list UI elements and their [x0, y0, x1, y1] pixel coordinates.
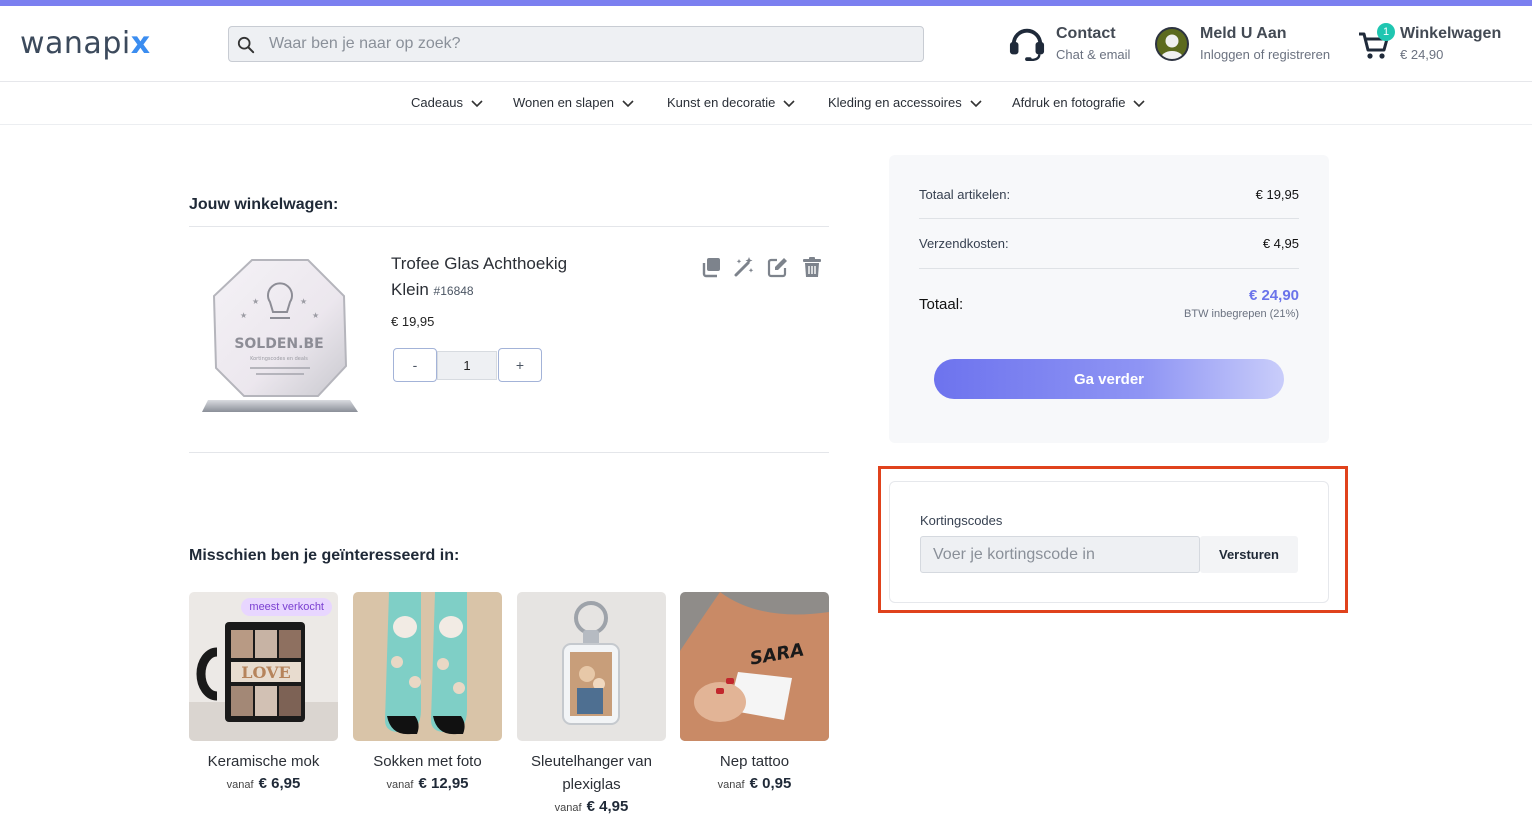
quantity-decrease-button[interactable]: -	[393, 348, 437, 382]
product-image-socks	[353, 592, 502, 741]
summary-divider	[919, 218, 1299, 219]
price-prefix: vanaf	[554, 802, 582, 814]
price-prefix: vanaf	[386, 779, 414, 791]
price-value: € 4,95	[586, 798, 629, 815]
product-sku: #16848	[433, 284, 474, 298]
summary-total-label: Totaal:	[919, 296, 964, 313]
summary-shipping-value: € 4,95	[1262, 236, 1299, 251]
nav-item-afdruk-en-fotografie[interactable]: Afdruk en fotografie	[1012, 95, 1146, 110]
account-title: Meld U Aan	[1200, 25, 1287, 42]
product-price: € 19,95	[391, 314, 435, 329]
summary-items-row: Totaal artikelen: € 19,95	[919, 187, 1299, 202]
continue-button[interactable]: Ga verder	[934, 359, 1284, 399]
recommendation-name: Sleutelhanger van plexiglas	[531, 753, 652, 793]
quantity-value[interactable]: 1	[437, 351, 497, 380]
recommendation-card-socks[interactable]: Sokken met foto vanaf € 12,95	[353, 592, 502, 792]
summary-shipping-label: Verzendkosten:	[919, 236, 1009, 251]
svg-text:★: ★	[240, 311, 247, 320]
cart-title: Winkelwagen	[1400, 25, 1502, 42]
nav-item-kunst-en-decoratie[interactable]: Kunst en decoratie	[667, 95, 795, 110]
summary-shipping-row: Verzendkosten: € 4,95	[919, 236, 1299, 251]
contact-title: Contact	[1056, 25, 1116, 42]
avatar-icon	[1155, 27, 1189, 61]
svg-text:★: ★	[252, 297, 259, 306]
duplicate-icon[interactable]	[700, 256, 722, 278]
nav-label: Cadeaus	[411, 95, 464, 110]
summary-vat-note: BTW inbegrepen (21%)	[1184, 308, 1299, 320]
price-value: € 12,95	[418, 775, 469, 792]
bestseller-badge: meest verkocht	[241, 598, 332, 616]
product-image-tattoo: SARA	[680, 592, 829, 741]
trophy-engraving: SOLDEN.BE	[234, 336, 323, 352]
logo-x: x	[130, 26, 151, 61]
nav-label: Afdruk en fotografie	[1012, 95, 1126, 110]
nav-item-kleding-en-accessoires[interactable]: Kleding en accessoires	[828, 95, 982, 110]
chevron-down-icon	[471, 99, 483, 107]
recommendation-card-tattoo[interactable]: SARA Nep tattoo vanaf € 0,95	[680, 592, 829, 792]
order-summary: Totaal artikelen: € 19,95 Verzendkosten:…	[889, 155, 1329, 443]
nav-item-cadeaus[interactable]: Cadeaus	[411, 95, 483, 110]
product-name-line2: Klein	[391, 280, 429, 299]
cart-amount: € 24,90	[1400, 47, 1444, 62]
search-input[interactable]	[269, 27, 909, 61]
search-bar	[228, 26, 924, 62]
recommendation-card-keychain[interactable]: Sleutelhanger van plexiglas vanaf € 4,95	[517, 592, 666, 815]
account-subtitle: Inloggen of registreren	[1200, 47, 1331, 62]
product-image-trophy[interactable]: SOLDEN.BE Kortingscodes en deals ★ ★ ★ ★	[200, 248, 360, 428]
svg-text:★: ★	[312, 311, 319, 320]
product-image-mug: LOVE meest verkocht	[189, 592, 338, 741]
site-header: wanapix Contact Chat & email	[0, 6, 1532, 82]
summary-items-label: Totaal artikelen:	[919, 187, 1011, 202]
magic-wand-icon[interactable]	[733, 256, 755, 278]
nav-label: Kleding en accessoires	[828, 95, 962, 110]
trophy-engraving-sub: Kortingscodes en deals	[250, 356, 308, 362]
product-image-keychain	[517, 592, 666, 741]
search-icon[interactable]	[237, 36, 255, 54]
svg-text:★: ★	[300, 297, 307, 306]
cart-divider-bottom	[189, 452, 829, 453]
logo[interactable]: wanapix	[20, 26, 151, 61]
price-prefix: vanaf	[717, 779, 745, 791]
headset-icon	[1009, 28, 1045, 61]
product-name[interactable]: Trofee Glas Achthoekig Klein #16848	[391, 251, 567, 304]
chevron-down-icon	[783, 99, 795, 107]
cart-count-badge: 1	[1377, 23, 1395, 41]
recommendation-name: Nep tattoo	[719, 753, 790, 770]
cart-title-heading: Jouw winkelwagen:	[189, 196, 339, 213]
recommendations-heading: Misschien ben je geïnteresseerd in:	[189, 547, 460, 564]
product-name-line1: Trofee Glas Achthoekig	[391, 254, 568, 273]
cart-divider-top	[189, 226, 829, 227]
chevron-down-icon	[970, 99, 982, 107]
chevron-down-icon	[1133, 99, 1146, 107]
nav-item-wonen-en-slapen[interactable]: Wonen en slapen	[513, 95, 634, 110]
summary-total-value: € 24,90	[1248, 287, 1299, 304]
trash-icon[interactable]	[801, 256, 823, 278]
recommendation-name: Keramische mok	[207, 753, 320, 770]
recommendation-name: Sokken met foto	[373, 753, 482, 770]
mug-print-text: LOVE	[241, 663, 291, 682]
price-value: € 0,95	[749, 775, 792, 792]
edit-icon[interactable]	[767, 256, 789, 278]
recommendation-price: vanaf € 0,95	[680, 775, 829, 792]
nav-label: Kunst en decoratie	[667, 95, 776, 110]
nav-label: Wonen en slapen	[513, 95, 614, 110]
quantity-increase-button[interactable]: +	[498, 348, 542, 382]
main-nav: Cadeaus Wonen en slapen Kunst en decorat…	[0, 83, 1532, 125]
highlight-box	[878, 466, 1348, 613]
recommendation-price: vanaf € 4,95	[517, 798, 666, 815]
recommendation-card-mug[interactable]: LOVE meest verkocht Keramische mok vanaf…	[189, 592, 338, 792]
chevron-down-icon	[622, 99, 634, 107]
summary-divider	[919, 268, 1299, 269]
summary-items-value: € 19,95	[1255, 187, 1299, 202]
contact-subtitle: Chat & email	[1056, 47, 1131, 62]
logo-text: wanapi	[20, 26, 131, 61]
recommendation-price: vanaf € 6,95	[189, 775, 338, 792]
price-value: € 6,95	[258, 775, 301, 792]
price-prefix: vanaf	[226, 779, 254, 791]
recommendation-price: vanaf € 12,95	[353, 775, 502, 792]
